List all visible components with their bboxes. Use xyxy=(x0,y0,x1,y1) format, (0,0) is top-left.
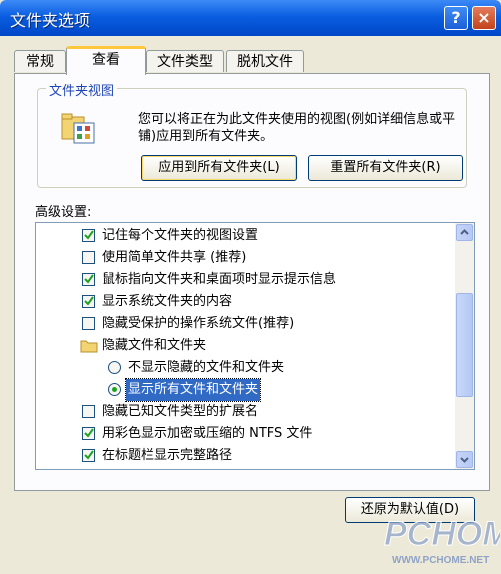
advanced-settings-label: 高级设置: xyxy=(35,205,92,220)
tab-file-types[interactable]: 文件类型 xyxy=(146,50,224,72)
checkbox[interactable] xyxy=(82,317,95,330)
checkbox[interactable] xyxy=(82,449,95,462)
scrollbar-thumb[interactable] xyxy=(456,293,473,397)
check-mark-icon xyxy=(84,428,94,438)
list-item-label: 使用简单文件共享 (推荐) xyxy=(102,250,247,265)
check-mark-icon xyxy=(84,230,94,240)
check-mark-icon xyxy=(84,450,94,460)
checkbox[interactable] xyxy=(82,251,95,264)
checkbox[interactable] xyxy=(82,427,95,440)
folder-views-legend: 文件夹视图 xyxy=(46,80,118,99)
list-item-label: 不显示隐藏的文件和文件夹 xyxy=(128,360,285,375)
chevron-down-icon xyxy=(460,457,469,463)
help-button[interactable]: ? xyxy=(444,6,468,30)
watermark-brand: PCHOME xyxy=(384,515,500,553)
tab-view[interactable]: 查看 xyxy=(66,46,146,75)
scroll-down-button[interactable] xyxy=(456,451,473,468)
chevron-up-icon xyxy=(460,229,469,235)
close-button[interactable]: × xyxy=(472,6,496,30)
checkbox[interactable] xyxy=(82,273,95,286)
list-item-label: 在标题栏显示完整路径 xyxy=(102,448,233,463)
folder-icon xyxy=(80,340,98,353)
list-item-label: 隐藏文件和文件夹 xyxy=(102,338,207,353)
radio-dot-icon xyxy=(112,387,117,392)
checkbox[interactable] xyxy=(82,229,95,242)
radio-button[interactable] xyxy=(108,361,121,374)
checkbox[interactable] xyxy=(82,405,95,418)
title-bar[interactable]: 文件夹选项 ? × xyxy=(0,0,501,36)
list-item-label: 隐藏已知文件类型的扩展名 xyxy=(102,404,259,419)
list-item-label: 显示系统文件夹的内容 xyxy=(102,294,233,309)
scroll-up-button[interactable] xyxy=(456,224,473,241)
folder-view-icon xyxy=(61,113,95,144)
list-item-label: 记住每个文件夹的视图设置 xyxy=(102,228,259,243)
list-item-label: 用彩色显示加密或压缩的 NTFS 文件 xyxy=(102,426,313,441)
tab-general[interactable]: 常规 xyxy=(14,50,66,72)
folder-views-group: 文件夹视图 您可以将正在为此文件夹使用的视图(例如详细信息或平铺)应用到所有文件… xyxy=(37,80,467,188)
check-mark-icon xyxy=(84,296,94,306)
reset-all-folders-button[interactable]: 重置所有文件夹(R) xyxy=(308,155,463,181)
check-mark-icon xyxy=(84,274,94,284)
apply-to-all-folders-button[interactable]: 应用到所有文件夹(L) xyxy=(141,155,297,181)
list-item-label: 鼠标指向文件夹和桌面项时显示提示信息 xyxy=(102,272,337,287)
view-tab-page: 文件夹视图 您可以将正在为此文件夹使用的视图(例如详细信息或平铺)应用到所有文件… xyxy=(14,73,490,491)
window-title: 文件夹选项 xyxy=(10,11,91,30)
pchome-watermark: PCHOME WWW.PCHOME.NET xyxy=(384,515,501,567)
watermark-url: WWW.PCHOME.NET xyxy=(392,555,489,566)
list-item-label: 显示所有文件和文件夹 xyxy=(124,378,262,402)
advanced-settings-list[interactable]: 记住每个文件夹的视图设置 使用简单文件共享 (推荐) 鼠标指向文件夹和桌面项时显… xyxy=(35,222,475,470)
checkbox[interactable] xyxy=(82,295,95,308)
tab-offline-files[interactable]: 脱机文件 xyxy=(226,50,304,72)
vertical-scrollbar[interactable] xyxy=(455,223,474,469)
list-item-label: 隐藏受保护的操作系统文件(推荐) xyxy=(102,316,295,331)
radio-button[interactable] xyxy=(108,383,121,396)
folder-views-description: 您可以将正在为此文件夹使用的视图(例如详细信息或平铺)应用到所有文件夹。 xyxy=(138,112,456,144)
